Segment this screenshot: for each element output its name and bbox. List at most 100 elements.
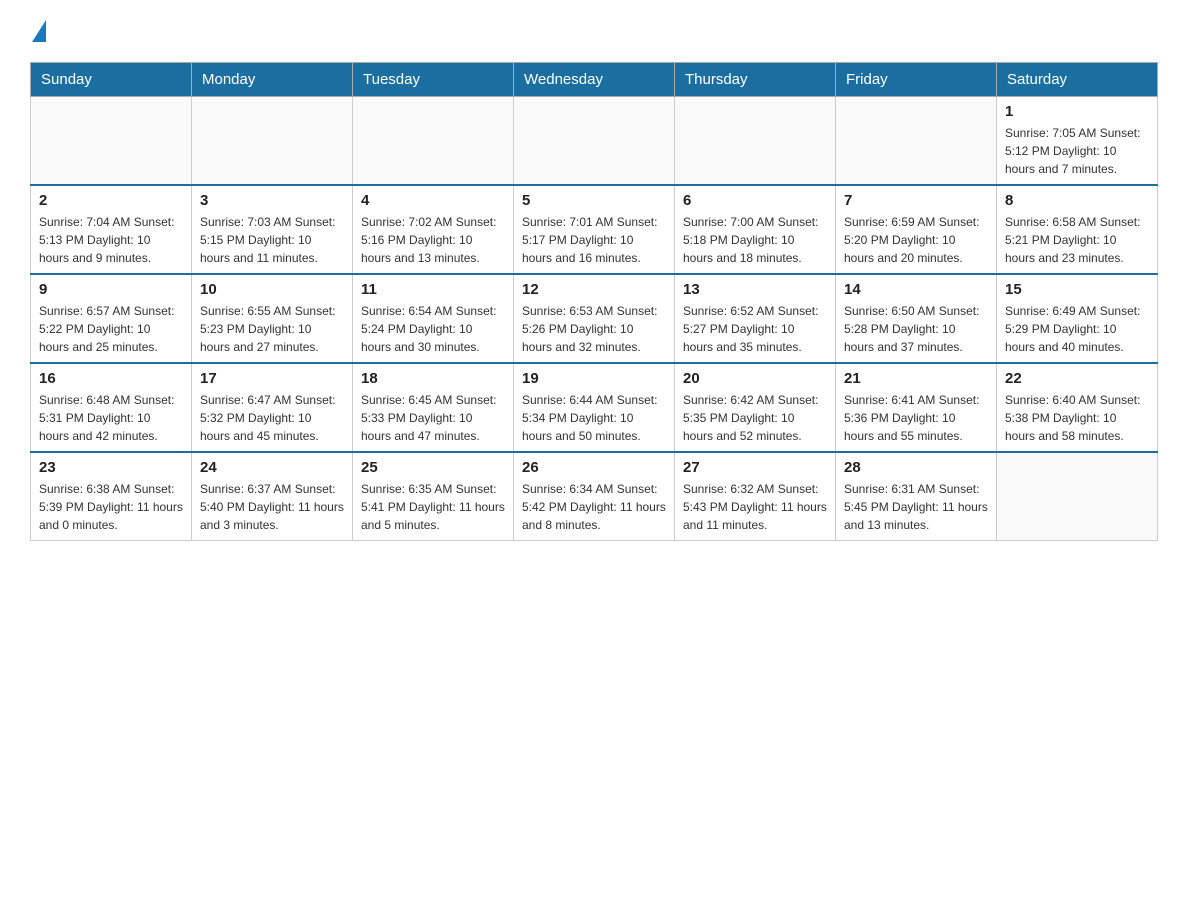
day-number: 27 bbox=[683, 459, 827, 476]
day-info: Sunrise: 6:31 AM Sunset: 5:45 PM Dayligh… bbox=[844, 480, 988, 534]
calendar-cell bbox=[675, 97, 836, 186]
day-info: Sunrise: 6:52 AM Sunset: 5:27 PM Dayligh… bbox=[683, 302, 827, 356]
logo-triangle-icon bbox=[32, 20, 46, 42]
day-info: Sunrise: 6:54 AM Sunset: 5:24 PM Dayligh… bbox=[361, 302, 505, 356]
calendar-cell bbox=[353, 97, 514, 186]
calendar-header-row: SundayMondayTuesdayWednesdayThursdayFrid… bbox=[31, 63, 1158, 97]
day-number: 10 bbox=[200, 281, 344, 298]
day-info: Sunrise: 6:40 AM Sunset: 5:38 PM Dayligh… bbox=[1005, 391, 1149, 445]
calendar-cell: 7 Sunrise: 6:59 AM Sunset: 5:20 PM Daylig… bbox=[836, 185, 997, 274]
calendar-week-row: 16 Sunrise: 6:48 AM Sunset: 5:31 PM Dayli… bbox=[31, 363, 1158, 452]
calendar-table: SundayMondayTuesdayWednesdayThursdayFrid… bbox=[30, 62, 1158, 541]
day-number: 6 bbox=[683, 192, 827, 209]
calendar-cell: 25 Sunrise: 6:35 AM Sunset: 5:41 PM Dayli… bbox=[353, 452, 514, 541]
day-number: 28 bbox=[844, 459, 988, 476]
logo-general-text bbox=[30, 20, 48, 42]
day-info: Sunrise: 6:53 AM Sunset: 5:26 PM Dayligh… bbox=[522, 302, 666, 356]
calendar-cell: 23 Sunrise: 6:38 AM Sunset: 5:39 PM Dayli… bbox=[31, 452, 192, 541]
day-info: Sunrise: 6:58 AM Sunset: 5:21 PM Dayligh… bbox=[1005, 213, 1149, 267]
day-number: 17 bbox=[200, 370, 344, 387]
day-info: Sunrise: 6:57 AM Sunset: 5:22 PM Dayligh… bbox=[39, 302, 183, 356]
day-number: 13 bbox=[683, 281, 827, 298]
day-info: Sunrise: 6:42 AM Sunset: 5:35 PM Dayligh… bbox=[683, 391, 827, 445]
day-info: Sunrise: 7:00 AM Sunset: 5:18 PM Dayligh… bbox=[683, 213, 827, 267]
calendar-cell bbox=[31, 97, 192, 186]
calendar-cell: 18 Sunrise: 6:45 AM Sunset: 5:33 PM Dayli… bbox=[353, 363, 514, 452]
calendar-cell: 12 Sunrise: 6:53 AM Sunset: 5:26 PM Dayli… bbox=[514, 274, 675, 363]
calendar-cell: 1 Sunrise: 7:05 AM Sunset: 5:12 PM Daylig… bbox=[997, 97, 1158, 186]
calendar-header-monday: Monday bbox=[192, 63, 353, 97]
day-info: Sunrise: 7:05 AM Sunset: 5:12 PM Dayligh… bbox=[1005, 124, 1149, 178]
day-info: Sunrise: 6:32 AM Sunset: 5:43 PM Dayligh… bbox=[683, 480, 827, 534]
calendar-cell: 19 Sunrise: 6:44 AM Sunset: 5:34 PM Dayli… bbox=[514, 363, 675, 452]
day-info: Sunrise: 6:45 AM Sunset: 5:33 PM Dayligh… bbox=[361, 391, 505, 445]
day-number: 15 bbox=[1005, 281, 1149, 298]
day-info: Sunrise: 6:59 AM Sunset: 5:20 PM Dayligh… bbox=[844, 213, 988, 267]
day-info: Sunrise: 6:34 AM Sunset: 5:42 PM Dayligh… bbox=[522, 480, 666, 534]
page-header bbox=[30, 20, 1158, 42]
day-info: Sunrise: 6:44 AM Sunset: 5:34 PM Dayligh… bbox=[522, 391, 666, 445]
day-number: 11 bbox=[361, 281, 505, 298]
day-number: 20 bbox=[683, 370, 827, 387]
day-number: 7 bbox=[844, 192, 988, 209]
day-number: 16 bbox=[39, 370, 183, 387]
day-info: Sunrise: 7:03 AM Sunset: 5:15 PM Dayligh… bbox=[200, 213, 344, 267]
day-number: 1 bbox=[1005, 103, 1149, 120]
day-info: Sunrise: 6:35 AM Sunset: 5:41 PM Dayligh… bbox=[361, 480, 505, 534]
day-info: Sunrise: 7:01 AM Sunset: 5:17 PM Dayligh… bbox=[522, 213, 666, 267]
day-number: 19 bbox=[522, 370, 666, 387]
day-number: 14 bbox=[844, 281, 988, 298]
calendar-cell: 16 Sunrise: 6:48 AM Sunset: 5:31 PM Dayli… bbox=[31, 363, 192, 452]
calendar-cell: 6 Sunrise: 7:00 AM Sunset: 5:18 PM Daylig… bbox=[675, 185, 836, 274]
calendar-week-row: 1 Sunrise: 7:05 AM Sunset: 5:12 PM Daylig… bbox=[31, 97, 1158, 186]
day-info: Sunrise: 6:50 AM Sunset: 5:28 PM Dayligh… bbox=[844, 302, 988, 356]
day-number: 12 bbox=[522, 281, 666, 298]
calendar-cell: 13 Sunrise: 6:52 AM Sunset: 5:27 PM Dayli… bbox=[675, 274, 836, 363]
calendar-cell: 17 Sunrise: 6:47 AM Sunset: 5:32 PM Dayli… bbox=[192, 363, 353, 452]
calendar-cell: 22Sunrise: 6:40 AM Sunset: 5:38 PM Dayli… bbox=[997, 363, 1158, 452]
calendar-cell bbox=[192, 97, 353, 186]
calendar-header-wednesday: Wednesday bbox=[514, 63, 675, 97]
calendar-header-tuesday: Tuesday bbox=[353, 63, 514, 97]
day-number: 24 bbox=[200, 459, 344, 476]
calendar-cell: 2 Sunrise: 7:04 AM Sunset: 5:13 PM Daylig… bbox=[31, 185, 192, 274]
calendar-cell: 26 Sunrise: 6:34 AM Sunset: 5:42 PM Dayli… bbox=[514, 452, 675, 541]
day-number: 25 bbox=[361, 459, 505, 476]
day-info: Sunrise: 7:04 AM Sunset: 5:13 PM Dayligh… bbox=[39, 213, 183, 267]
logo bbox=[30, 20, 48, 42]
calendar-cell bbox=[836, 97, 997, 186]
calendar-cell: 28 Sunrise: 6:31 AM Sunset: 5:45 PM Dayli… bbox=[836, 452, 997, 541]
calendar-cell: 15Sunrise: 6:49 AM Sunset: 5:29 PM Dayli… bbox=[997, 274, 1158, 363]
calendar-cell: 8Sunrise: 6:58 AM Sunset: 5:21 PM Daylig… bbox=[997, 185, 1158, 274]
calendar-cell: 14 Sunrise: 6:50 AM Sunset: 5:28 PM Dayli… bbox=[836, 274, 997, 363]
calendar-header-saturday: Saturday bbox=[997, 63, 1158, 97]
calendar-cell: 24Sunrise: 6:37 AM Sunset: 5:40 PM Dayli… bbox=[192, 452, 353, 541]
calendar-cell: 3 Sunrise: 7:03 AM Sunset: 5:15 PM Daylig… bbox=[192, 185, 353, 274]
day-number: 5 bbox=[522, 192, 666, 209]
calendar-cell: 11 Sunrise: 6:54 AM Sunset: 5:24 PM Dayli… bbox=[353, 274, 514, 363]
calendar-cell: 21Sunrise: 6:41 AM Sunset: 5:36 PM Dayli… bbox=[836, 363, 997, 452]
day-info: Sunrise: 6:55 AM Sunset: 5:23 PM Dayligh… bbox=[200, 302, 344, 356]
calendar-cell bbox=[997, 452, 1158, 541]
day-number: 4 bbox=[361, 192, 505, 209]
day-info: Sunrise: 6:47 AM Sunset: 5:32 PM Dayligh… bbox=[200, 391, 344, 445]
calendar-cell: 4Sunrise: 7:02 AM Sunset: 5:16 PM Daylig… bbox=[353, 185, 514, 274]
calendar-header-thursday: Thursday bbox=[675, 63, 836, 97]
calendar-week-row: 9 Sunrise: 6:57 AM Sunset: 5:22 PM Daylig… bbox=[31, 274, 1158, 363]
calendar-header-friday: Friday bbox=[836, 63, 997, 97]
calendar-header-sunday: Sunday bbox=[31, 63, 192, 97]
day-number: 23 bbox=[39, 459, 183, 476]
day-number: 18 bbox=[361, 370, 505, 387]
day-info: Sunrise: 6:48 AM Sunset: 5:31 PM Dayligh… bbox=[39, 391, 183, 445]
calendar-week-row: 2 Sunrise: 7:04 AM Sunset: 5:13 PM Daylig… bbox=[31, 185, 1158, 274]
day-number: 3 bbox=[200, 192, 344, 209]
day-number: 9 bbox=[39, 281, 183, 298]
calendar-cell: 27 Sunrise: 6:32 AM Sunset: 5:43 PM Dayli… bbox=[675, 452, 836, 541]
calendar-week-row: 23 Sunrise: 6:38 AM Sunset: 5:39 PM Dayli… bbox=[31, 452, 1158, 541]
calendar-cell: 9 Sunrise: 6:57 AM Sunset: 5:22 PM Daylig… bbox=[31, 274, 192, 363]
calendar-cell bbox=[514, 97, 675, 186]
day-number: 2 bbox=[39, 192, 183, 209]
day-number: 26 bbox=[522, 459, 666, 476]
day-info: Sunrise: 6:38 AM Sunset: 5:39 PM Dayligh… bbox=[39, 480, 183, 534]
day-info: Sunrise: 6:41 AM Sunset: 5:36 PM Dayligh… bbox=[844, 391, 988, 445]
